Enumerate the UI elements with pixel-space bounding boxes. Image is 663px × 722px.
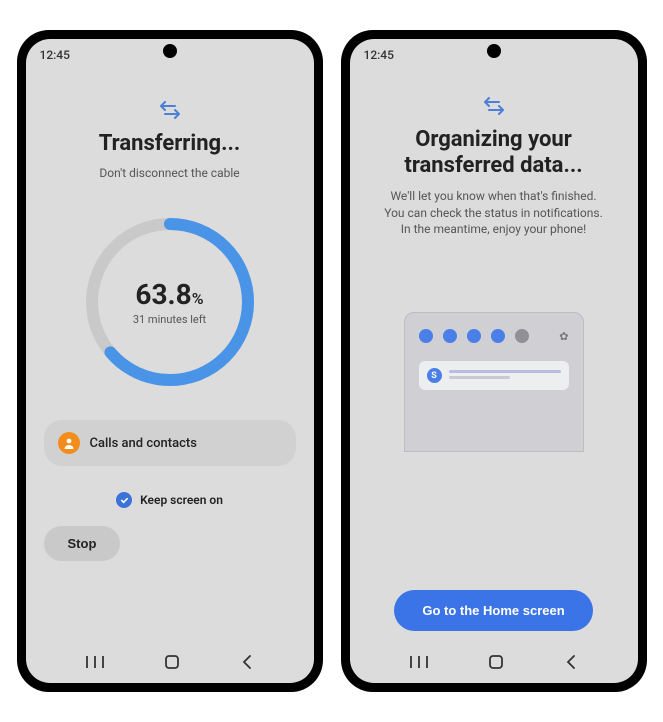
screen-left: 12:45 Transferring... Don't disconnect t… [26,39,314,683]
progress-value: 63.8 [135,278,191,311]
nav-recents-icon[interactable] [86,654,104,673]
keep-screen-label: Keep screen on [140,493,223,507]
keep-screen-on-toggle[interactable]: Keep screen on [116,492,223,508]
progress-percent: 63.8% [135,278,203,311]
transfer-icon [159,101,181,123]
illustration: ✿ S [389,282,599,452]
status-time: 12:45 [364,48,394,62]
nav-home-icon[interactable] [489,654,503,673]
progress-unit: % [192,289,204,308]
contacts-icon [58,432,80,454]
dot-icon [491,329,505,343]
camera-cutout [163,44,177,58]
dollar-icon: S [427,368,442,383]
info-line-3: In the meantime, enjoy your phone! [401,221,587,238]
progress-ring: 63.8% 31 minutes left [80,212,260,392]
screen-right: 12:45 Organizing your transferred data..… [350,39,638,683]
dot-icon [467,329,481,343]
phone-frame-left: 12:45 Transferring... Don't disconnect t… [17,30,323,692]
transfer-item-label: Calls and contacts [90,436,197,451]
nav-home-icon[interactable] [165,654,179,673]
illustration-dots: ✿ [419,329,569,343]
page-title: Transferring... [99,131,240,157]
illustration-panel: ✿ S [404,312,584,452]
illustration-card: S [419,361,569,390]
info-line-1: We'll let you know when that's finished. [390,188,596,205]
status-time: 12:45 [40,48,70,62]
page-subtitle: Don't disconnect the cable [99,165,239,182]
dot-icon [515,329,529,343]
nav-back-icon[interactable] [241,654,253,673]
nav-bar [350,643,638,683]
home-screen-button[interactable]: Go to the Home screen [394,590,592,631]
transfer-icon [483,97,505,119]
stop-button[interactable]: Stop [44,526,121,561]
transfer-item-card: Calls and contacts [44,420,296,466]
time-remaining: 31 minutes left [133,313,206,326]
camera-cutout [487,44,501,58]
gear-icon: ✿ [559,330,568,343]
page-title: Organizing your transferred data... [366,127,622,180]
info-line-2: You can check the status in notification… [384,205,602,222]
dot-icon [419,329,433,343]
nav-back-icon[interactable] [565,654,577,673]
nav-recents-icon[interactable] [410,654,428,673]
check-icon [116,492,132,508]
nav-bar [26,643,314,683]
content-left: Transferring... Don't disconnect the cab… [26,67,314,643]
content-right: Organizing your transferred data... We'l… [350,67,638,643]
phone-frame-right: 12:45 Organizing your transferred data..… [341,30,647,692]
dot-icon [443,329,457,343]
